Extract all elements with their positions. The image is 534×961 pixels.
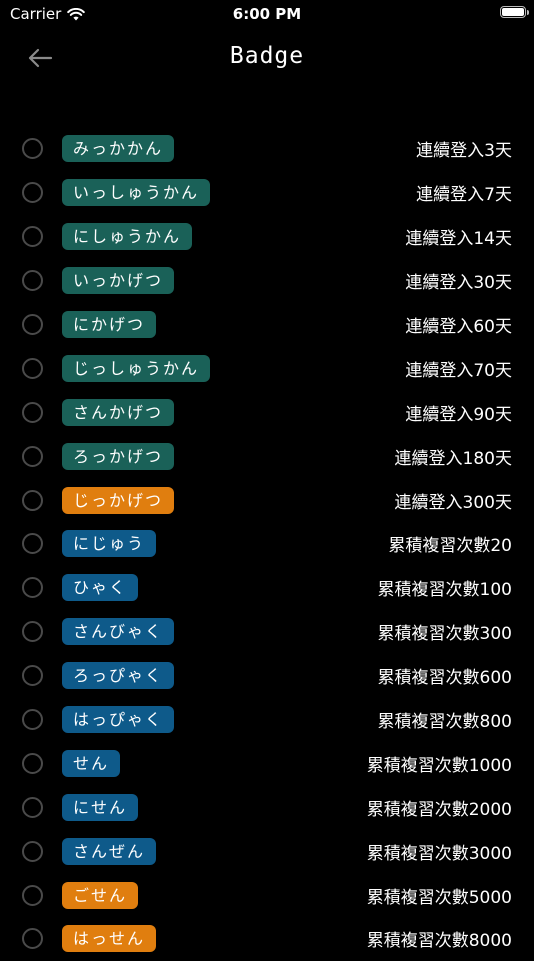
navigation-bar: Badge bbox=[0, 36, 534, 80]
badge-radio[interactable] bbox=[22, 796, 43, 818]
badge-row[interactable]: はっせん 累積複習次數8000 bbox=[0, 917, 534, 961]
badge-radio[interactable] bbox=[22, 884, 43, 906]
battery-icon bbox=[500, 6, 529, 18]
badge-radio[interactable] bbox=[22, 709, 43, 731]
badge-requirement: 連續登入70天 bbox=[405, 360, 512, 381]
badge-label: ごせん bbox=[62, 881, 139, 909]
badge-row[interactable]: にしゅうかん 連續登入14天 bbox=[0, 215, 534, 259]
badge-label: はっぴゃく bbox=[62, 706, 175, 734]
badge-label: ろっぴゃく bbox=[62, 662, 175, 690]
badge-row[interactable]: にせん 累積複習次數2000 bbox=[0, 785, 534, 829]
badge-requirement: 累積複習次數600 bbox=[377, 668, 512, 689]
badge-label: ろっかげつ bbox=[62, 442, 175, 470]
badge-radio[interactable] bbox=[22, 270, 43, 292]
badge-label: にしゅうかん bbox=[62, 223, 193, 251]
badge-requirement: 連續登入60天 bbox=[405, 317, 512, 337]
badge-label: じっしゅうかん bbox=[62, 354, 211, 382]
badge-radio[interactable] bbox=[22, 314, 43, 335]
badge-requirement: 累積複習次數100 bbox=[377, 580, 512, 601]
badge-row[interactable]: せん 累積複習次數1000 bbox=[0, 741, 534, 785]
badge-label: さんぜん bbox=[62, 837, 157, 865]
badge-requirement: 連續登入300天 bbox=[394, 492, 512, 513]
badge-requirement: 累積複習次數800 bbox=[377, 712, 512, 733]
badge-row[interactable]: はっぴゃく 累積複習次數800 bbox=[0, 698, 534, 742]
badge-requirement: 連續登入7天 bbox=[416, 185, 512, 206]
badge-row[interactable]: じっかげつ 連續登入300天 bbox=[0, 478, 534, 522]
badge-radio[interactable] bbox=[22, 182, 43, 204]
badge-label: せん bbox=[62, 749, 121, 777]
badge-label: にかげつ bbox=[62, 311, 157, 338]
badge-label: さんかげつ bbox=[62, 398, 175, 426]
badge-requirement: 連續登入3天 bbox=[416, 141, 512, 162]
badge-row[interactable]: いっしゅうかん 連續登入7天 bbox=[0, 171, 534, 215]
badge-radio[interactable] bbox=[22, 621, 43, 643]
badge-requirement: 累積複習次數300 bbox=[377, 624, 512, 645]
badge-label: ひゃく bbox=[62, 574, 139, 602]
badge-row[interactable]: みっかかん 連續登入3天 bbox=[0, 127, 534, 171]
badge-radio[interactable] bbox=[22, 357, 43, 379]
badge-requirement: 累積複習次數3000 bbox=[366, 843, 512, 864]
badge-radio[interactable] bbox=[22, 401, 43, 423]
badge-row[interactable]: いっかげつ 連續登入30天 bbox=[0, 259, 534, 303]
badge-radio[interactable] bbox=[22, 840, 43, 862]
badge-requirement: 累積複習次數2000 bbox=[366, 799, 512, 820]
badge-row[interactable]: ごせん 累積複習次數5000 bbox=[0, 873, 534, 917]
badge-label: じっかげつ bbox=[62, 486, 175, 514]
status-time: 6:00 PM bbox=[232, 5, 302, 23]
badge-row[interactable]: さんびゃく 累積複習次數300 bbox=[0, 610, 534, 654]
badge-requirement: 累積複習次數20 bbox=[388, 536, 512, 557]
badge-radio[interactable] bbox=[22, 489, 43, 511]
badge-radio[interactable] bbox=[22, 752, 43, 774]
badge-radio[interactable] bbox=[22, 665, 43, 687]
badge-radio[interactable] bbox=[22, 138, 43, 160]
badge-radio[interactable] bbox=[22, 928, 43, 950]
badge-label: いっかげつ bbox=[62, 267, 175, 295]
badge-requirement: 連續登入90天 bbox=[405, 404, 512, 425]
badge-requirement: 連續登入30天 bbox=[405, 273, 512, 294]
page-title: Badge bbox=[229, 43, 305, 69]
badge-row[interactable]: にじゅう 累積複習次數20 bbox=[0, 522, 534, 566]
badge-radio[interactable] bbox=[22, 577, 43, 599]
badge-row[interactable]: さんかげつ 連續登入90天 bbox=[0, 390, 534, 434]
badge-label: さんびゃく bbox=[62, 618, 175, 646]
badge-row[interactable]: ろっかげつ 連續登入180天 bbox=[0, 434, 534, 478]
badge-requirement: 累積複習次數8000 bbox=[366, 931, 512, 952]
status-bar: Carrier 6:00 PM bbox=[0, 0, 534, 30]
badge-requirement: 累積複習次數1000 bbox=[366, 755, 512, 776]
badge-requirement: 連續登入14天 bbox=[405, 229, 512, 250]
badge-label: いっしゅうかん bbox=[62, 179, 211, 207]
badge-row[interactable]: ろっぴゃく 累積複習次數600 bbox=[0, 654, 534, 698]
badge-row[interactable]: じっしゅうかん 連續登入70天 bbox=[0, 346, 534, 390]
badge-row[interactable]: ひゃく 累積複習次數100 bbox=[0, 566, 534, 610]
badge-requirement: 連續登入180天 bbox=[394, 448, 512, 469]
badge-radio[interactable] bbox=[22, 226, 43, 248]
badge-radio[interactable] bbox=[22, 533, 43, 555]
badge-label: にじゅう bbox=[62, 530, 157, 558]
badge-row[interactable]: にかげつ 連續登入60天 bbox=[0, 303, 534, 347]
badge-requirement: 累積複習次數5000 bbox=[366, 887, 512, 908]
badge-label: にせん bbox=[62, 793, 139, 821]
badge-row[interactable]: さんぜん 累積複習次數3000 bbox=[0, 829, 534, 873]
badge-list: みっかかん 連續登入3天いっしゅうかん 連續登入7天にしゅうかん 連續登入14天いっか… bbox=[0, 127, 534, 961]
badge-label: はっせん bbox=[62, 925, 157, 953]
badge-label: みっかかん bbox=[62, 135, 175, 163]
badge-radio[interactable] bbox=[22, 445, 43, 467]
